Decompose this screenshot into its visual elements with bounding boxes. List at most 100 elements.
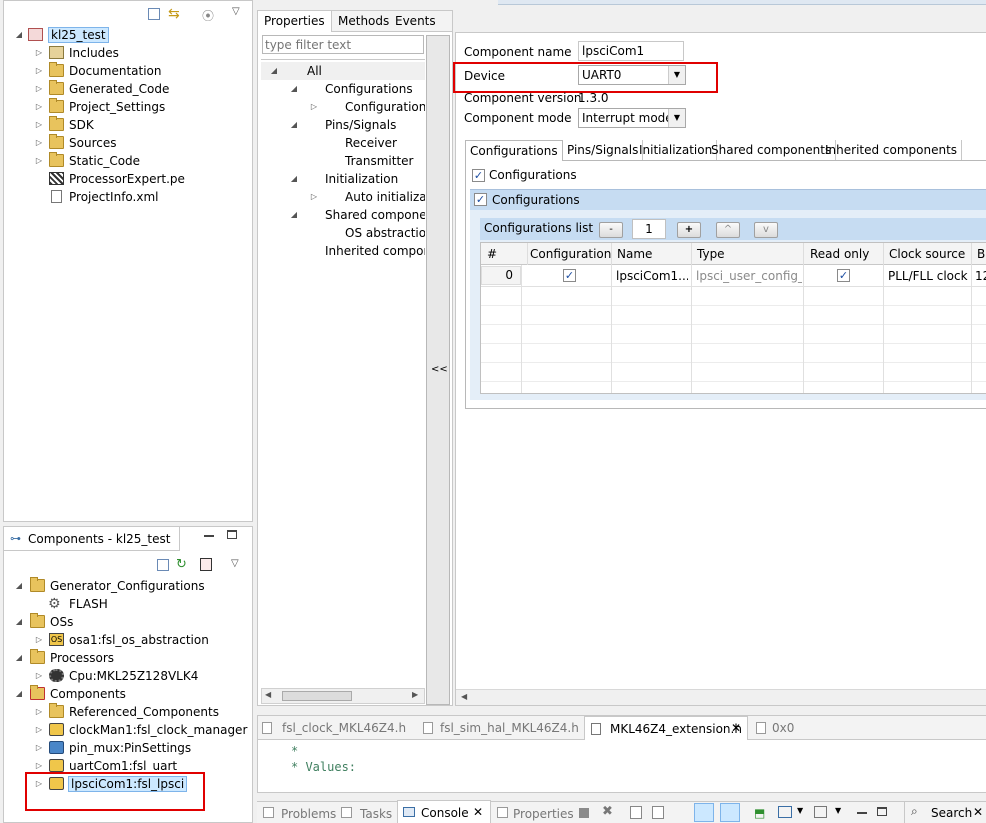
move-up-button[interactable]: ^ [716, 222, 740, 238]
tab-problems[interactable]: Problems [281, 804, 336, 823]
configurations-checkbox[interactable]: ✓ [472, 169, 485, 182]
tab-properties[interactable]: Properties [258, 11, 332, 32]
subtab-shared-components[interactable]: Shared components [707, 140, 837, 160]
scroll-left-icon[interactable]: ◀ [265, 690, 271, 699]
collapse-icon[interactable]: ▷ [34, 134, 44, 152]
expand-icon[interactable]: ◢ [14, 649, 24, 667]
col-configuration[interactable]: Configuration [527, 243, 615, 265]
tree-row-initialization[interactable]: ◢ Initialization [289, 170, 425, 188]
components-tab[interactable]: ⊶ Components - kl25_test [4, 527, 180, 551]
tab-console-active[interactable]: Console ✕ [397, 800, 491, 823]
scroll-thumb[interactable] [282, 691, 352, 701]
config-group-checkbox[interactable]: ✓ [474, 193, 487, 206]
collapse-icon[interactable]: ▷ [34, 116, 44, 134]
tab-tasks[interactable]: Tasks [360, 804, 392, 823]
col-type[interactable]: Type [691, 243, 803, 265]
display-console-icon[interactable] [778, 806, 792, 818]
tree-row-all[interactable]: ◢ All [261, 62, 425, 80]
editor-tab-clock[interactable]: fsl_clock_MKL46Z4.h [282, 718, 406, 738]
row-baud[interactable]: 12 [975, 269, 986, 283]
expand-icon[interactable]: ◢ [289, 170, 299, 188]
scroll-lock-icon[interactable] [652, 806, 664, 819]
editor-tab-address[interactable]: 0x0 [772, 718, 794, 738]
close-icon[interactable]: ✕ [473, 805, 483, 819]
tab-properties-bottom[interactable]: Properties [513, 804, 574, 823]
collapse-icon[interactable]: ▷ [309, 98, 319, 116]
tree-row-cpu[interactable]: ▷ Cpu:MKL25Z128VLK4 [34, 667, 249, 685]
config-count-field[interactable]: 1 [632, 219, 666, 239]
row-configuration-checkbox[interactable]: ✓ [563, 269, 576, 282]
chevron-down-icon[interactable]: ▽ [231, 558, 239, 569]
col-read-only[interactable]: Read only [803, 243, 883, 265]
tree-row-project-root[interactable]: ◢ kl25_test [14, 26, 214, 44]
tree-row-processorexpert[interactable]: ProcessorExpert.pe [34, 170, 234, 188]
expand-icon[interactable]: ◢ [289, 206, 299, 224]
mode-select[interactable]: Interrupt mode ▼ [578, 108, 686, 128]
row-clock-source[interactable]: PLL/FLL clock [888, 269, 970, 283]
tree-row-static-code[interactable]: ▷ Static_Code [34, 152, 234, 170]
collapse-icon[interactable]: ▷ [34, 739, 44, 757]
tab-events[interactable]: Events [395, 11, 436, 31]
col-name[interactable]: Name [611, 243, 691, 265]
table-row[interactable]: 0 ✓ lpsciCom1... lpsci_user_config_t ✓ P… [481, 265, 986, 287]
collapse-icon[interactable]: ▷ [309, 188, 319, 206]
scroll-left-icon[interactable]: ◀ [461, 692, 467, 701]
chevron-down-icon[interactable]: ▼ [668, 109, 685, 127]
show-on-output-icon[interactable] [720, 803, 740, 822]
tree-row-includes[interactable]: ▷ Includes [34, 44, 234, 62]
remove-config-button[interactable]: - [599, 222, 623, 238]
chevron-down-icon[interactable]: ▼ [797, 806, 803, 815]
subtab-initialization[interactable]: Initialization [635, 140, 718, 160]
terminate-icon[interactable] [579, 808, 589, 818]
tree-row-receiver[interactable]: Receiver [309, 134, 425, 152]
expand-icon[interactable]: ◢ [14, 613, 24, 631]
horizontal-scrollbar[interactable]: ◀ ▶ [261, 688, 425, 704]
tree-row-configurations-child[interactable]: ▷ Configurations [309, 98, 425, 116]
subtab-inherited-components[interactable]: Inherited components [821, 140, 963, 160]
maximize-icon[interactable] [877, 807, 887, 816]
tree-row-pin-mux[interactable]: ▷ pin_mux:PinSettings [34, 739, 249, 757]
tree-row-documentation[interactable]: ▷ Documentation [34, 62, 234, 80]
collapse-all-icon[interactable] [148, 8, 160, 20]
row-name[interactable]: lpsciCom1... [616, 269, 688, 283]
editor-code[interactable]: * * Values: [258, 740, 986, 792]
clear-console-icon[interactable] [630, 806, 642, 819]
col-clock-source[interactable]: Clock source [883, 243, 971, 265]
project-root-label[interactable]: kl25_test [48, 27, 109, 43]
collapse-icon[interactable]: ▷ [34, 62, 44, 80]
scroll-right-icon[interactable]: ▶ [412, 690, 418, 699]
inspector-hscrollbar[interactable]: ◀ [456, 689, 986, 705]
col-baud[interactable]: Ba [971, 243, 986, 265]
chevron-down-icon[interactable]: ▼ [835, 806, 841, 815]
tree-row-sources[interactable]: ▷ Sources [34, 134, 234, 152]
collapse-icon[interactable]: ▷ [34, 44, 44, 62]
tab-methods[interactable]: Methods [338, 11, 389, 31]
editor-tab-sim-hal[interactable]: fsl_sim_hal_MKL46Z4.h [440, 718, 579, 738]
collapse-icon[interactable]: ▷ [34, 721, 44, 739]
tree-row-project-settings[interactable]: ▷ Project_Settings [34, 98, 234, 116]
tree-row-osa1[interactable]: ▷ OS osa1:fsl_os_abstraction [34, 631, 249, 649]
tree-row-os-abstraction[interactable]: OS abstraction [309, 224, 425, 242]
tree-row-sdk[interactable]: ▷ SDK [34, 116, 234, 134]
add-config-button[interactable]: + [677, 222, 701, 238]
tree-row-auto-initialization[interactable]: ▷ Auto initializati [309, 188, 425, 206]
collapse-icon[interactable]: ▷ [34, 631, 44, 649]
collapse-icon[interactable]: ▷ [34, 98, 44, 116]
expand-icon[interactable]: ◢ [289, 116, 299, 134]
subtab-configurations[interactable]: Configurations [465, 140, 563, 161]
tree-row-transmitter[interactable]: Transmitter [309, 152, 425, 170]
collapse-icon[interactable]: ▷ [34, 80, 44, 98]
collapse-icon[interactable]: ▷ [34, 152, 44, 170]
tree-row-generator-configurations[interactable]: ◢ Generator_Configurations [14, 577, 249, 595]
view-menu-dots-icon[interactable]: ⦿ [202, 7, 214, 24]
pin-console-icon[interactable] [694, 803, 714, 822]
editor-tab-active[interactable]: MKL46Z4_extension.h ✕ [584, 716, 748, 740]
collapse-icon[interactable]: ▷ [34, 703, 44, 721]
tree-row-components[interactable]: ◢ Components [14, 685, 249, 703]
chevron-down-icon[interactable]: ▽ [232, 6, 240, 17]
tree-row-shared-components[interactable]: ◢ Shared componen [289, 206, 425, 224]
tree-row-oss[interactable]: ◢ OSs [14, 613, 249, 631]
open-console-icon[interactable]: ⬒ [754, 806, 765, 820]
component-name-field[interactable]: lpsciCom1 [578, 41, 684, 61]
maximize-icon[interactable] [227, 530, 237, 539]
